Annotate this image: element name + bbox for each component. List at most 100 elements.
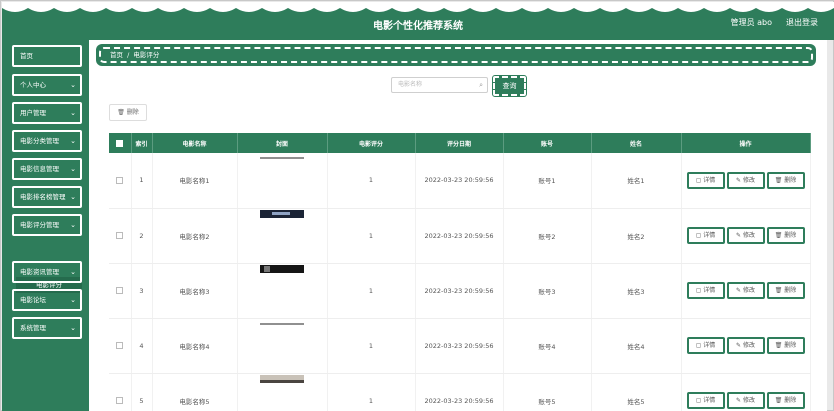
sidebar-item-movie-categories[interactable]: 电影分类管理 ⌄: [12, 130, 82, 152]
row-checkbox[interactable]: [116, 397, 124, 404]
edit-button[interactable]: ✎ 修改: [726, 171, 765, 189]
batch-delete-button[interactable]: 🗑 删除: [109, 104, 147, 121]
delete-button[interactable]: 🗑 删除: [766, 282, 805, 299]
delete-label: 删除: [784, 232, 797, 239]
column-header: 账号: [503, 133, 592, 153]
document-icon: ▢: [695, 342, 702, 349]
sidebar-item-label: 电影排名榜管理: [20, 193, 66, 201]
detail-button[interactable]: ▢ 详情: [686, 227, 725, 244]
delete-button[interactable]: 🗑 删除: [766, 392, 805, 409]
breadcrumb: 首页 / 电影评分: [96, 44, 816, 66]
cell-account: 账号3: [503, 263, 592, 319]
chevron-down-icon: ⌄: [70, 193, 76, 201]
chevron-down-icon: ⌄: [70, 137, 76, 145]
table-row: 1 电影名称1 1 2022-03-23 20:59:56 账号1 姓名1 ▢ …: [109, 153, 811, 209]
cell-cover: [237, 153, 328, 209]
sidebar-item-system[interactable]: 系统管理 ⌄: [12, 317, 82, 339]
sidebar-item-movie-ranking[interactable]: 电影排名榜管理 ⌄: [12, 186, 82, 208]
row-checkbox[interactable]: [116, 232, 124, 239]
cell-account: 账号5: [503, 373, 592, 411]
edit-button[interactable]: ✎ 修改: [726, 337, 765, 354]
detail-button[interactable]: ▢ 详情: [686, 282, 725, 299]
delete-label: 删除: [784, 287, 797, 294]
column-header: 索引: [131, 133, 153, 153]
detail-button[interactable]: ▢ 详情: [686, 392, 725, 409]
cell-date: 2022-03-23 20:59:56: [415, 263, 504, 319]
chevron-down-icon: ⌄: [70, 296, 76, 304]
column-header: 操作: [681, 133, 811, 153]
edit-label: 修改: [742, 397, 755, 404]
cell-index: 1: [131, 153, 153, 209]
detail-label: 详情: [703, 232, 716, 239]
sidebar-item-movie-news[interactable]: 电影资讯管理 ⌄: [12, 261, 82, 283]
chevron-down-icon: ⌄: [70, 324, 76, 332]
column-header: 封面: [237, 133, 328, 153]
select-all-checkbox[interactable]: [116, 139, 124, 147]
search-input[interactable]: 电影名称 ⌕: [391, 77, 488, 93]
sidebar-item-personal-center[interactable]: 个人中心 ⌄: [12, 74, 82, 96]
row-checkbox[interactable]: [116, 342, 124, 349]
column-header: 姓名: [591, 133, 682, 153]
pencil-icon: ✎: [736, 232, 742, 239]
cell-movie-name: 电影名称5: [152, 373, 238, 411]
table-row: 5 电影名称5 1 2022-03-23 20:59:56 账号5 姓名5 ▢ …: [109, 373, 811, 411]
sidebar-item-label: 用户管理: [20, 109, 46, 117]
trash-icon: 🗑: [774, 342, 783, 349]
table-row: 3 电影名称3 1 2022-03-23 20:59:56 账号3 姓名3 ▢ …: [109, 263, 811, 319]
sidebar-item-label: 电影分类管理: [20, 137, 59, 145]
cover-image: [260, 323, 304, 324]
table-row: 4 电影名称4 1 2022-03-23 20:59:56 账号4 姓名4 ▢ …: [109, 318, 811, 374]
sidebar-item-home[interactable]: 首页: [12, 45, 82, 67]
breadcrumb-inner: 首页 / 电影评分: [99, 47, 813, 63]
edit-button[interactable]: ✎ 修改: [726, 227, 765, 244]
cell-actions: ▢ 详情 ✎ 修改 🗑 删除: [681, 373, 811, 411]
breadcrumb-home[interactable]: 首页: [110, 51, 123, 59]
search-button[interactable]: 查询: [492, 75, 527, 97]
detail-button[interactable]: ▢ 详情: [686, 171, 725, 189]
sidebar-item-users[interactable]: 用户管理 ⌄: [12, 102, 82, 124]
row-checkbox[interactable]: [116, 176, 124, 184]
delete-label: 删除: [784, 397, 797, 404]
chevron-down-icon: ⌄: [70, 81, 76, 89]
trash-icon: 🗑: [117, 109, 125, 116]
row-checkbox[interactable]: [116, 287, 124, 294]
cell-cover: [237, 208, 328, 264]
app-window: 电影个性化推荐系统 管理员 abo 退出登录 首页 个人中心 ⌄ 用户管理 ⌄ …: [0, 0, 834, 411]
sidebar-item-label: 首页: [20, 52, 33, 60]
pencil-icon: ✎: [736, 176, 742, 184]
select-all-cell[interactable]: [109, 133, 132, 153]
delete-button[interactable]: 🗑 删除: [766, 337, 805, 354]
cell-movie-name: 电影名称1: [152, 153, 238, 209]
cell-score: 1: [327, 263, 416, 319]
sidebar-item-label: 电影信息管理: [20, 165, 59, 173]
document-icon: ▢: [695, 397, 702, 404]
detail-label: 详情: [703, 342, 716, 349]
cell-cover: [237, 263, 328, 319]
logout-link[interactable]: 退出登录: [786, 17, 818, 28]
main-content: 首页 / 电影评分 电影名称 ⌕ 查询 🗑 删除 索引 电影名称 封面 电影评分…: [89, 40, 827, 411]
edit-button[interactable]: ✎ 修改: [726, 282, 765, 299]
table-row: 2 电影名称2 1 2022-03-23 20:59:56 账号2 姓名2 ▢ …: [109, 208, 811, 264]
sidebar-item-label: 电影资讯管理: [20, 268, 59, 276]
edit-label: 修改: [742, 176, 755, 184]
detail-button[interactable]: ▢ 详情: [686, 337, 725, 354]
edit-button[interactable]: ✎ 修改: [726, 392, 765, 409]
edit-label: 修改: [742, 287, 755, 294]
sidebar-item-movie-ratings[interactable]: 电影评分管理 ⌄: [12, 214, 82, 236]
delete-button[interactable]: 🗑 删除: [766, 227, 805, 244]
sidebar-item-label: 个人中心: [20, 81, 46, 89]
scallop-decoration: [2, 2, 834, 12]
cell-movie-name: 电影名称2: [152, 208, 238, 264]
cover-image: [260, 374, 304, 383]
sidebar-item-movie-forum[interactable]: 电影论坛 ⌄: [12, 289, 82, 311]
delete-button[interactable]: 🗑 删除: [766, 171, 805, 189]
document-icon: ▢: [695, 176, 702, 184]
cell-date: 2022-03-23 20:59:56: [415, 373, 504, 411]
cell-date: 2022-03-23 20:59:56: [415, 318, 504, 374]
column-header: 电影评分: [327, 133, 416, 153]
detail-label: 详情: [703, 287, 716, 294]
sidebar-item-movie-info[interactable]: 电影信息管理 ⌄: [12, 158, 82, 180]
cell-index: 4: [131, 318, 153, 374]
cell-date: 2022-03-23 20:59:56: [415, 208, 504, 264]
trash-icon: 🗑: [774, 287, 783, 294]
